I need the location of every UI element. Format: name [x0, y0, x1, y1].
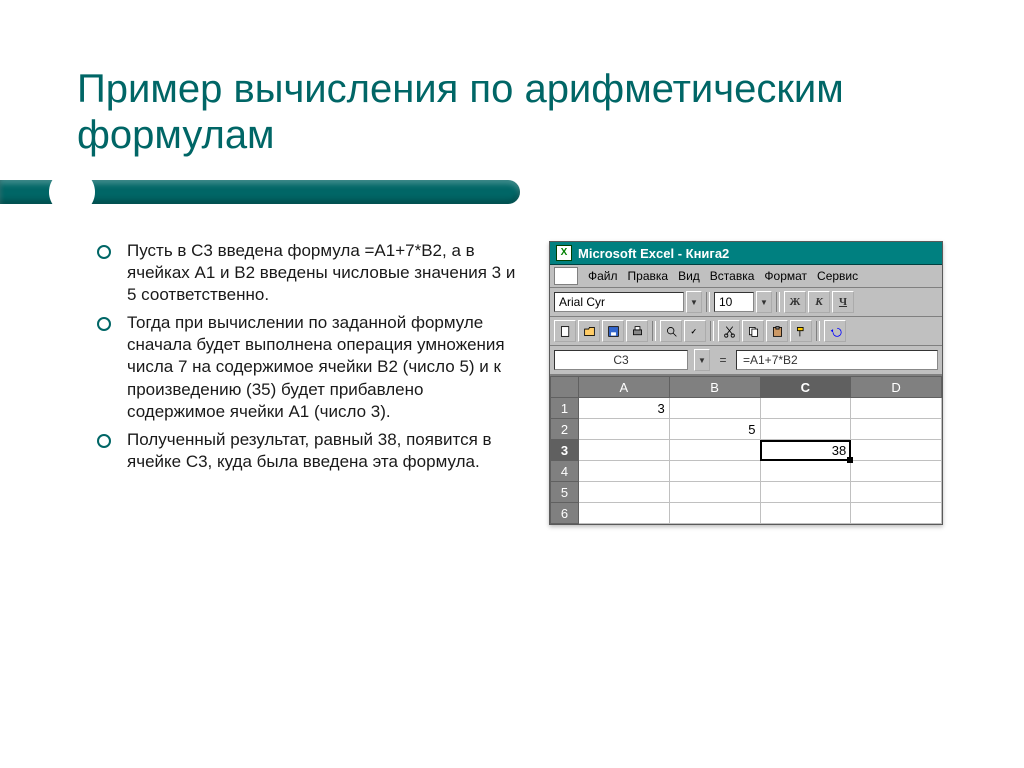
- bullet-item: Пусть в С3 введена формула =А1+7*В2, а в…: [97, 240, 517, 306]
- standard-toolbar: ✓: [550, 317, 942, 346]
- preview-icon[interactable]: [660, 320, 682, 342]
- row-header-3[interactable]: 3: [551, 440, 579, 461]
- bullet-list: Пусть в С3 введена формула =А1+7*В2, а в…: [97, 240, 517, 473]
- menu-file[interactable]: Файл: [584, 268, 622, 284]
- row-header-4[interactable]: 4: [551, 461, 579, 482]
- cell-b2[interactable]: 5: [669, 419, 760, 440]
- table-row: 1 3: [551, 398, 942, 419]
- content-row: Пусть в С3 введена формула =А1+7*В2, а в…: [97, 240, 972, 525]
- excel-menubar: Файл Правка Вид Вставка Формат Сервис: [550, 265, 942, 288]
- row-header-1[interactable]: 1: [551, 398, 579, 419]
- cell-c1[interactable]: [760, 398, 851, 419]
- excel-window: X Microsoft Excel - Книга2 Файл Правка В…: [549, 241, 943, 525]
- accent-circle: [52, 172, 92, 212]
- cell-d1[interactable]: [851, 398, 942, 419]
- font-size-dropdown-icon[interactable]: ▼: [756, 291, 772, 313]
- print-icon[interactable]: [626, 320, 648, 342]
- separator: [710, 321, 714, 341]
- new-icon[interactable]: [554, 320, 576, 342]
- copy-icon[interactable]: [742, 320, 764, 342]
- slide: Пример вычисления по арифметическим форм…: [0, 0, 1024, 768]
- cell-a4[interactable]: [579, 461, 670, 482]
- separator: [776, 292, 780, 312]
- paste-icon[interactable]: [766, 320, 788, 342]
- italic-button[interactable]: К: [808, 291, 830, 313]
- bullet-item: Полученный результат, равный 38, появитс…: [97, 429, 517, 473]
- document-icon: [554, 267, 578, 285]
- cell-c3[interactable]: 38: [760, 440, 851, 461]
- cell-c2[interactable]: [760, 419, 851, 440]
- undo-icon[interactable]: [824, 320, 846, 342]
- bullet-item: Тогда при вычислении по заданной формуле…: [97, 312, 517, 422]
- menu-edit[interactable]: Правка: [624, 268, 673, 284]
- cell-c4[interactable]: [760, 461, 851, 482]
- separator: [706, 292, 710, 312]
- col-header-b[interactable]: B: [669, 377, 760, 398]
- open-icon[interactable]: [578, 320, 600, 342]
- cell-b3[interactable]: [669, 440, 760, 461]
- underline-button[interactable]: Ч: [832, 291, 854, 313]
- table-row: 3 38: [551, 440, 942, 461]
- cell-a1[interactable]: 3: [579, 398, 670, 419]
- cell-b5[interactable]: [669, 482, 760, 503]
- grid-table: A B C D 1 3 2: [550, 376, 942, 524]
- excel-titlebar: X Microsoft Excel - Книга2: [550, 242, 942, 265]
- cell-b4[interactable]: [669, 461, 760, 482]
- menu-view[interactable]: Вид: [674, 268, 704, 284]
- excel-app-icon: X: [556, 245, 572, 261]
- cut-icon[interactable]: [718, 320, 740, 342]
- svg-text:✓: ✓: [690, 326, 696, 335]
- row-header-2[interactable]: 2: [551, 419, 579, 440]
- save-icon[interactable]: [602, 320, 624, 342]
- name-box-dropdown-icon[interactable]: ▼: [694, 349, 710, 371]
- cell-a3[interactable]: [579, 440, 670, 461]
- cell-a2[interactable]: [579, 419, 670, 440]
- table-row: 5: [551, 482, 942, 503]
- menu-format[interactable]: Формат: [760, 268, 811, 284]
- table-row: 4: [551, 461, 942, 482]
- column-header-row: A B C D: [551, 377, 942, 398]
- font-toolbar: ▼ ▼ Ж К Ч: [550, 288, 942, 317]
- cell-c5[interactable]: [760, 482, 851, 503]
- col-header-c[interactable]: C: [760, 377, 851, 398]
- separator: [816, 321, 820, 341]
- excel-title-text: Microsoft Excel - Книга2: [578, 246, 729, 261]
- text-column: Пусть в С3 введена формула =А1+7*В2, а в…: [97, 240, 517, 525]
- format-painter-icon[interactable]: [790, 320, 812, 342]
- cell-d6[interactable]: [851, 503, 942, 524]
- col-header-d[interactable]: D: [851, 377, 942, 398]
- cell-b6[interactable]: [669, 503, 760, 524]
- cell-d2[interactable]: [851, 419, 942, 440]
- cell-d3[interactable]: [851, 440, 942, 461]
- formula-bar: C3 ▼ = =A1+7*B2: [550, 346, 942, 375]
- cell-d5[interactable]: [851, 482, 942, 503]
- table-row: 2 5: [551, 419, 942, 440]
- spellcheck-icon[interactable]: ✓: [684, 320, 706, 342]
- cell-a6[interactable]: [579, 503, 670, 524]
- font-size-input[interactable]: [714, 292, 754, 312]
- bold-button[interactable]: Ж: [784, 291, 806, 313]
- excel-column: X Microsoft Excel - Книга2 Файл Правка В…: [549, 240, 972, 525]
- separator: [652, 321, 656, 341]
- cell-d4[interactable]: [851, 461, 942, 482]
- font-name-input[interactable]: [554, 292, 684, 312]
- row-header-6[interactable]: 6: [551, 503, 579, 524]
- name-box[interactable]: C3: [554, 350, 688, 370]
- formula-input[interactable]: =A1+7*B2: [736, 350, 938, 370]
- cell-b1[interactable]: [669, 398, 760, 419]
- font-name-dropdown-icon[interactable]: ▼: [686, 291, 702, 313]
- menu-service[interactable]: Сервис: [813, 268, 862, 284]
- cell-a5[interactable]: [579, 482, 670, 503]
- cell-c6[interactable]: [760, 503, 851, 524]
- slide-title: Пример вычисления по арифметическим форм…: [77, 66, 947, 158]
- spreadsheet-grid[interactable]: A B C D 1 3 2: [550, 375, 942, 524]
- col-header-a[interactable]: A: [579, 377, 670, 398]
- table-row: 6: [551, 503, 942, 524]
- select-all-corner[interactable]: [551, 377, 579, 398]
- equals-label: =: [716, 353, 730, 367]
- row-header-5[interactable]: 5: [551, 482, 579, 503]
- menu-insert[interactable]: Вставка: [706, 268, 759, 284]
